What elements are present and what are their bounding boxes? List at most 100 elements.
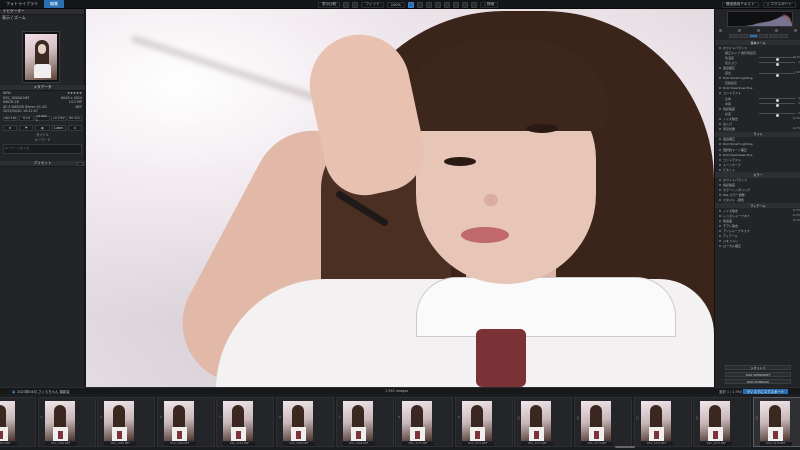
label-button[interactable]: Label — [51, 124, 66, 131]
toggle-icon[interactable] — [719, 46, 721, 49]
toggle-icon[interactable] — [719, 199, 721, 202]
compare-button[interactable]: 表示比較 — [318, 1, 341, 8]
toggle-icon[interactable] — [719, 92, 721, 95]
tab-geometry-icon[interactable] — [769, 34, 778, 38]
star-rating-icon[interactable]: ★ — [3, 124, 18, 131]
info-icon[interactable]: ⊙ — [67, 124, 83, 131]
toggle-icon[interactable] — [719, 245, 721, 248]
grid-icon[interactable] — [470, 1, 477, 8]
adjustment-label: ジオメトリ — [723, 239, 739, 244]
toggle-icon[interactable] — [719, 214, 721, 217]
toggle-icon[interactable] — [719, 148, 721, 151]
toggle-icon[interactable] — [719, 77, 721, 80]
filmstrip-thumbnail[interactable]: 5 DSC_3267.NEF — [216, 397, 275, 447]
local-adjust-icon[interactable] — [434, 1, 441, 8]
channel-g-icon[interactable] — [756, 28, 760, 32]
zoom-value[interactable]: 100% — [386, 1, 405, 8]
presets-header[interactable]: プリセット — [0, 161, 85, 167]
toggle-icon[interactable] — [719, 153, 721, 156]
image-viewer[interactable] — [86, 9, 714, 387]
flag-icon[interactable]: ⚑ — [19, 124, 34, 131]
filmstrip-thumbnail[interactable]: 1DSC_3263.NEF — [0, 397, 36, 447]
toggle-icon[interactable] — [719, 219, 721, 222]
filmstrip-thumbnail[interactable]: 2 DSC_3264.NEF — [37, 397, 96, 447]
search-button[interactable]: ⌕ 検索 — [479, 1, 499, 8]
toggle-icon[interactable] — [719, 179, 721, 182]
toggle-icon[interactable] — [719, 158, 721, 161]
horizon-icon[interactable] — [461, 1, 468, 8]
toggle-icon[interactable] — [719, 87, 721, 90]
toggle-icon[interactable] — [719, 240, 721, 243]
keywords-input[interactable]: キーワードを入力 — [3, 143, 82, 154]
slider-track[interactable] — [759, 113, 795, 118]
crop-tool-icon[interactable] — [407, 1, 414, 8]
filmstrip-thumbnail[interactable]: 3 DSC_3265.NEF — [97, 397, 156, 447]
export-button[interactable]: ⇪ エクスポート — [762, 1, 796, 8]
before-after-icon[interactable] — [352, 1, 359, 8]
tab-photo-library[interactable]: フォトライブラリ — [0, 0, 44, 8]
filmstrip-thumbnail[interactable]: 14 DSC_3276.NEF — [752, 397, 800, 447]
filmstrip-thumbnail[interactable]: 11 DSC_3273.NEF — [574, 397, 632, 447]
toggle-icon[interactable] — [719, 209, 721, 212]
viewpoint-button[interactable]: DXO VIEWPOINT — [725, 372, 791, 377]
filmstrip[interactable]: 1DSC_3263.NEF2 DSC_3264.NEF 3 DSC_3265.NEF 4… — [0, 394, 800, 450]
tab-color-icon[interactable] — [739, 34, 748, 38]
toggle-icon[interactable] — [719, 230, 721, 233]
toggle-icon[interactable] — [719, 143, 721, 146]
metadata-header[interactable]: メタデータ — [0, 85, 85, 91]
filmstrip-thumbnail[interactable]: 10 DSC_3272.NEF — [514, 397, 573, 447]
repair-tool-icon[interactable] — [425, 1, 432, 8]
toggle-icon[interactable] — [719, 189, 721, 192]
straighten-tool-icon[interactable] — [416, 1, 423, 8]
tab-detail-icon[interactable] — [759, 34, 768, 38]
highlight-clip-icon[interactable] — [794, 28, 797, 32]
slider-track[interactable] — [759, 72, 795, 77]
slider-track[interactable] — [759, 62, 795, 67]
toggle-icon[interactable] — [719, 194, 721, 197]
toggle-icon[interactable] — [719, 235, 721, 238]
filmstrip-thumbnail[interactable]: 12 DSC_3274.NEF — [633, 397, 692, 447]
adjustment-label: ディテール — [750, 203, 766, 208]
preset-button[interactable]: 構造適用テキスト — [721, 1, 759, 8]
tab-essential-icon[interactable] — [749, 34, 758, 38]
navigator-header[interactable]: ナビゲーター — [0, 9, 84, 15]
toggle-icon[interactable] — [719, 184, 721, 187]
toggle-icon[interactable] — [719, 123, 721, 126]
toggle-icon[interactable] — [719, 168, 721, 171]
filmstrip-scrollbar[interactable] — [615, 446, 635, 448]
collapse-icon[interactable] — [77, 161, 83, 166]
filmstrip-thumbnail[interactable]: 4 DSC_3266.NEF — [156, 397, 215, 447]
zoom-button[interactable]: フィット — [361, 1, 384, 8]
red-eye-icon[interactable] — [443, 1, 450, 8]
slider-track[interactable] — [759, 98, 795, 103]
tab-local-icon[interactable] — [779, 34, 788, 38]
tab-light-icon[interactable] — [729, 34, 738, 38]
toggle-icon[interactable] — [719, 67, 721, 70]
filmstrip-thumbnail[interactable]: 13 DSC_3275.NEF — [693, 397, 752, 447]
channel-r-icon[interactable] — [737, 28, 741, 32]
filmstrip-thumbnail[interactable]: 6 DSC_3268.NEF — [276, 397, 334, 447]
toggle-icon[interactable] — [719, 138, 721, 141]
toggle-icon[interactable] — [719, 128, 721, 131]
shadow-clip-icon[interactable] — [719, 28, 722, 32]
filmstrip-thumbnail[interactable]: 8 DSC_3270.NEF — [395, 397, 454, 447]
zoom-label: フィット — [365, 2, 380, 6]
filmstrip-thumbnail[interactable]: 9 DSC_3271.NEF — [454, 397, 513, 447]
toggle-icon[interactable] — [719, 107, 721, 110]
histogram[interactable] — [727, 11, 793, 27]
split-view-icon[interactable] — [343, 1, 350, 8]
navigator-preview[interactable] — [22, 31, 60, 83]
color-label-icon[interactable]: ◐ — [35, 124, 50, 131]
filmpack-button[interactable]: DXO FILMPACK — [725, 379, 791, 384]
slider-track[interactable] — [759, 57, 795, 62]
adjustment-row[interactable]: ローカル補正 — [715, 244, 800, 249]
slider-track[interactable] — [759, 103, 795, 108]
toggle-icon[interactable] — [719, 163, 721, 166]
filmstrip-thumbnail[interactable]: 7 DSC_3269.NEF — [335, 397, 394, 447]
tab-edit[interactable]: 編集 — [44, 0, 64, 8]
channel-b-icon[interactable] — [775, 28, 779, 32]
toggle-icon[interactable] — [719, 224, 721, 227]
geometry-button[interactable]: ジオメトリ — [725, 365, 791, 370]
white-balance-picker-icon[interactable] — [452, 1, 459, 8]
toggle-icon[interactable] — [719, 117, 721, 120]
